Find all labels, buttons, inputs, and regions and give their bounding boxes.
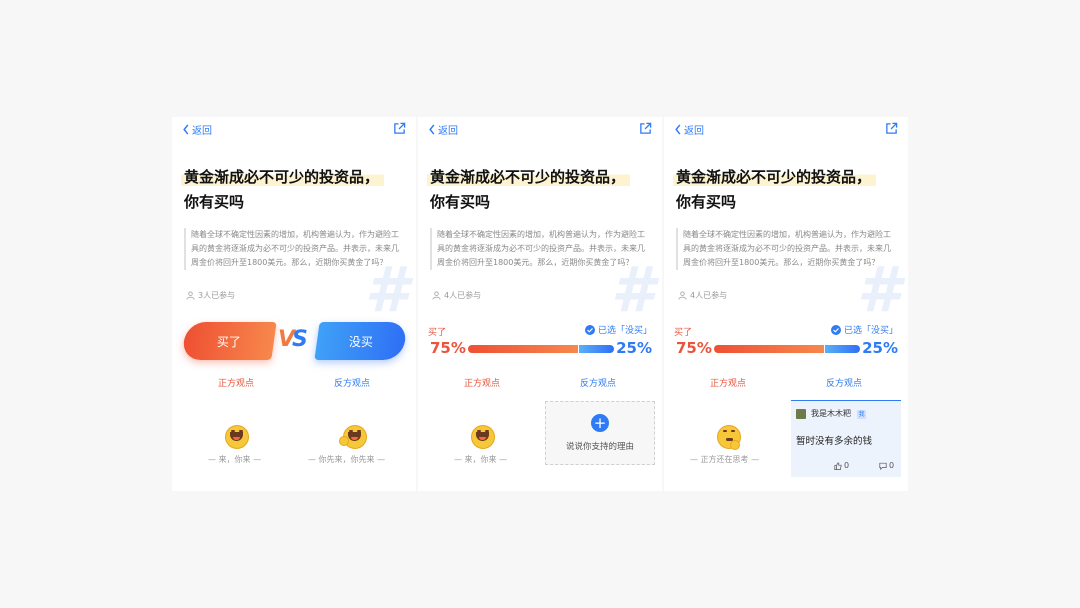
thinking-emoji-icon	[717, 425, 741, 450]
add-reason-label: 说说你支持的理由	[565, 442, 634, 452]
hash-watermark-icon: #	[364, 253, 408, 326]
back-label: 返回	[684, 126, 704, 137]
vote-ratio-nobuy-fill	[824, 345, 860, 353]
title-line-2: 你有买吗	[430, 193, 491, 211]
user-icon	[432, 291, 441, 300]
user-icon	[186, 291, 195, 300]
vote-ratio-bar	[468, 345, 614, 353]
buy-percentage: 75%	[430, 339, 466, 357]
buy-label: 买了	[674, 328, 693, 338]
vote-ratio-buy-fill	[714, 345, 824, 353]
side-a-caption: — 正方还在思考 —	[690, 455, 760, 464]
thumbs-up-icon	[834, 461, 842, 470]
nobuy-percentage: 25%	[616, 339, 652, 357]
vs-logo: VS	[278, 327, 308, 352]
chevron-left-icon	[183, 124, 189, 135]
side-b-caption: — 你先来，你先来 —	[308, 455, 386, 464]
comment-icon	[879, 462, 887, 470]
share-icon[interactable]	[393, 122, 406, 135]
title-line-1: 黄金渐成必不可少的投资品，	[181, 168, 385, 186]
back-button[interactable]: 返回	[428, 122, 458, 137]
vote-ratio-buy-fill	[468, 345, 578, 353]
comment-username: 我是木木粑	[811, 409, 851, 418]
add-reason-button[interactable]: + 说说你支持的理由	[545, 401, 655, 465]
buy-label: 买了	[428, 328, 447, 338]
laughing-emoji-icon	[225, 425, 249, 449]
vote-ratio-bar	[714, 345, 860, 353]
side-b-label: 反方观点	[580, 379, 617, 389]
side-b-label: 反方观点	[334, 379, 371, 389]
check-circle-icon	[584, 324, 595, 335]
avatar	[796, 409, 806, 419]
side-a-label: 正方观点	[710, 379, 747, 389]
vote-buy-button[interactable]: 买了	[181, 322, 277, 360]
share-icon[interactable]	[885, 122, 898, 135]
vote-screen-initial: 返回 黄金渐成必不可少的投资品， 你有买吗 随着全球不确定性因素的增加，机构普遍…	[172, 117, 416, 491]
selected-note: 已选「没买」	[584, 323, 652, 336]
title-line-1: 黄金渐成必不可少的投资品，	[673, 168, 877, 186]
participant-count-text: 4人已参与	[444, 291, 482, 300]
participant-count-text: 4人已参与	[690, 291, 728, 300]
comment-body: 暂时没有多余的钱	[796, 436, 873, 447]
participant-count: 4人已参与	[678, 290, 727, 301]
hash-watermark-icon: #	[610, 253, 654, 326]
chevron-left-icon	[429, 124, 435, 135]
title-line-2: 你有买吗	[184, 193, 245, 211]
check-circle-icon	[830, 324, 841, 335]
nobuy-percentage: 25%	[862, 339, 898, 357]
topic-title: 黄金渐成必不可少的投资品， 你有买吗	[673, 165, 877, 215]
selected-note: 已选「没买」	[830, 323, 898, 336]
like-button[interactable]: 0	[834, 461, 849, 470]
back-button[interactable]: 返回	[182, 122, 212, 137]
share-icon[interactable]	[639, 122, 652, 135]
user-icon	[678, 291, 687, 300]
back-button[interactable]: 返回	[674, 122, 704, 137]
hash-watermark-icon: #	[856, 253, 900, 326]
participant-count: 4人已参与	[432, 290, 481, 301]
vote-screen-with-comment: 返回 黄金渐成必不可少的投资品， 你有买吗 随着全球不确定性因素的增加，机构普遍…	[664, 117, 908, 491]
participant-count: 3人已参与	[186, 290, 235, 301]
reply-button[interactable]: 0	[879, 461, 894, 470]
laughing-emoji-icon	[339, 425, 367, 449]
vote-nobuy-button[interactable]: 没买	[314, 322, 408, 360]
topic-title: 黄金渐成必不可少的投资品， 你有买吗	[427, 165, 631, 215]
side-a-label: 正方观点	[218, 379, 255, 389]
vote-screen-after-vote: 返回 黄金渐成必不可少的投资品， 你有买吗 随着全球不确定性因素的增加，机构普遍…	[418, 117, 662, 491]
side-a-label: 正方观点	[464, 379, 501, 389]
participant-count-text: 3人已参与	[198, 291, 236, 300]
topic-title: 黄金渐成必不可少的投资品， 你有买吗	[181, 165, 385, 215]
back-label: 返回	[192, 126, 212, 137]
back-label: 返回	[438, 126, 458, 137]
side-b-label: 反方观点	[826, 379, 863, 389]
title-line-1: 黄金渐成必不可少的投资品，	[427, 168, 631, 186]
comment-card[interactable]: 我是木木粑 我 暂时没有多余的钱 0 0	[791, 400, 901, 477]
self-badge: 我	[857, 410, 866, 419]
chevron-left-icon	[675, 124, 681, 135]
vote-ratio-nobuy-fill	[578, 345, 614, 353]
side-a-caption: — 来，你来 —	[454, 455, 508, 464]
title-line-2: 你有买吗	[676, 193, 737, 211]
plus-icon: +	[591, 414, 609, 432]
side-a-caption: — 来，你来 —	[208, 455, 262, 464]
buy-percentage: 75%	[676, 339, 712, 357]
laughing-emoji-icon	[471, 425, 495, 449]
